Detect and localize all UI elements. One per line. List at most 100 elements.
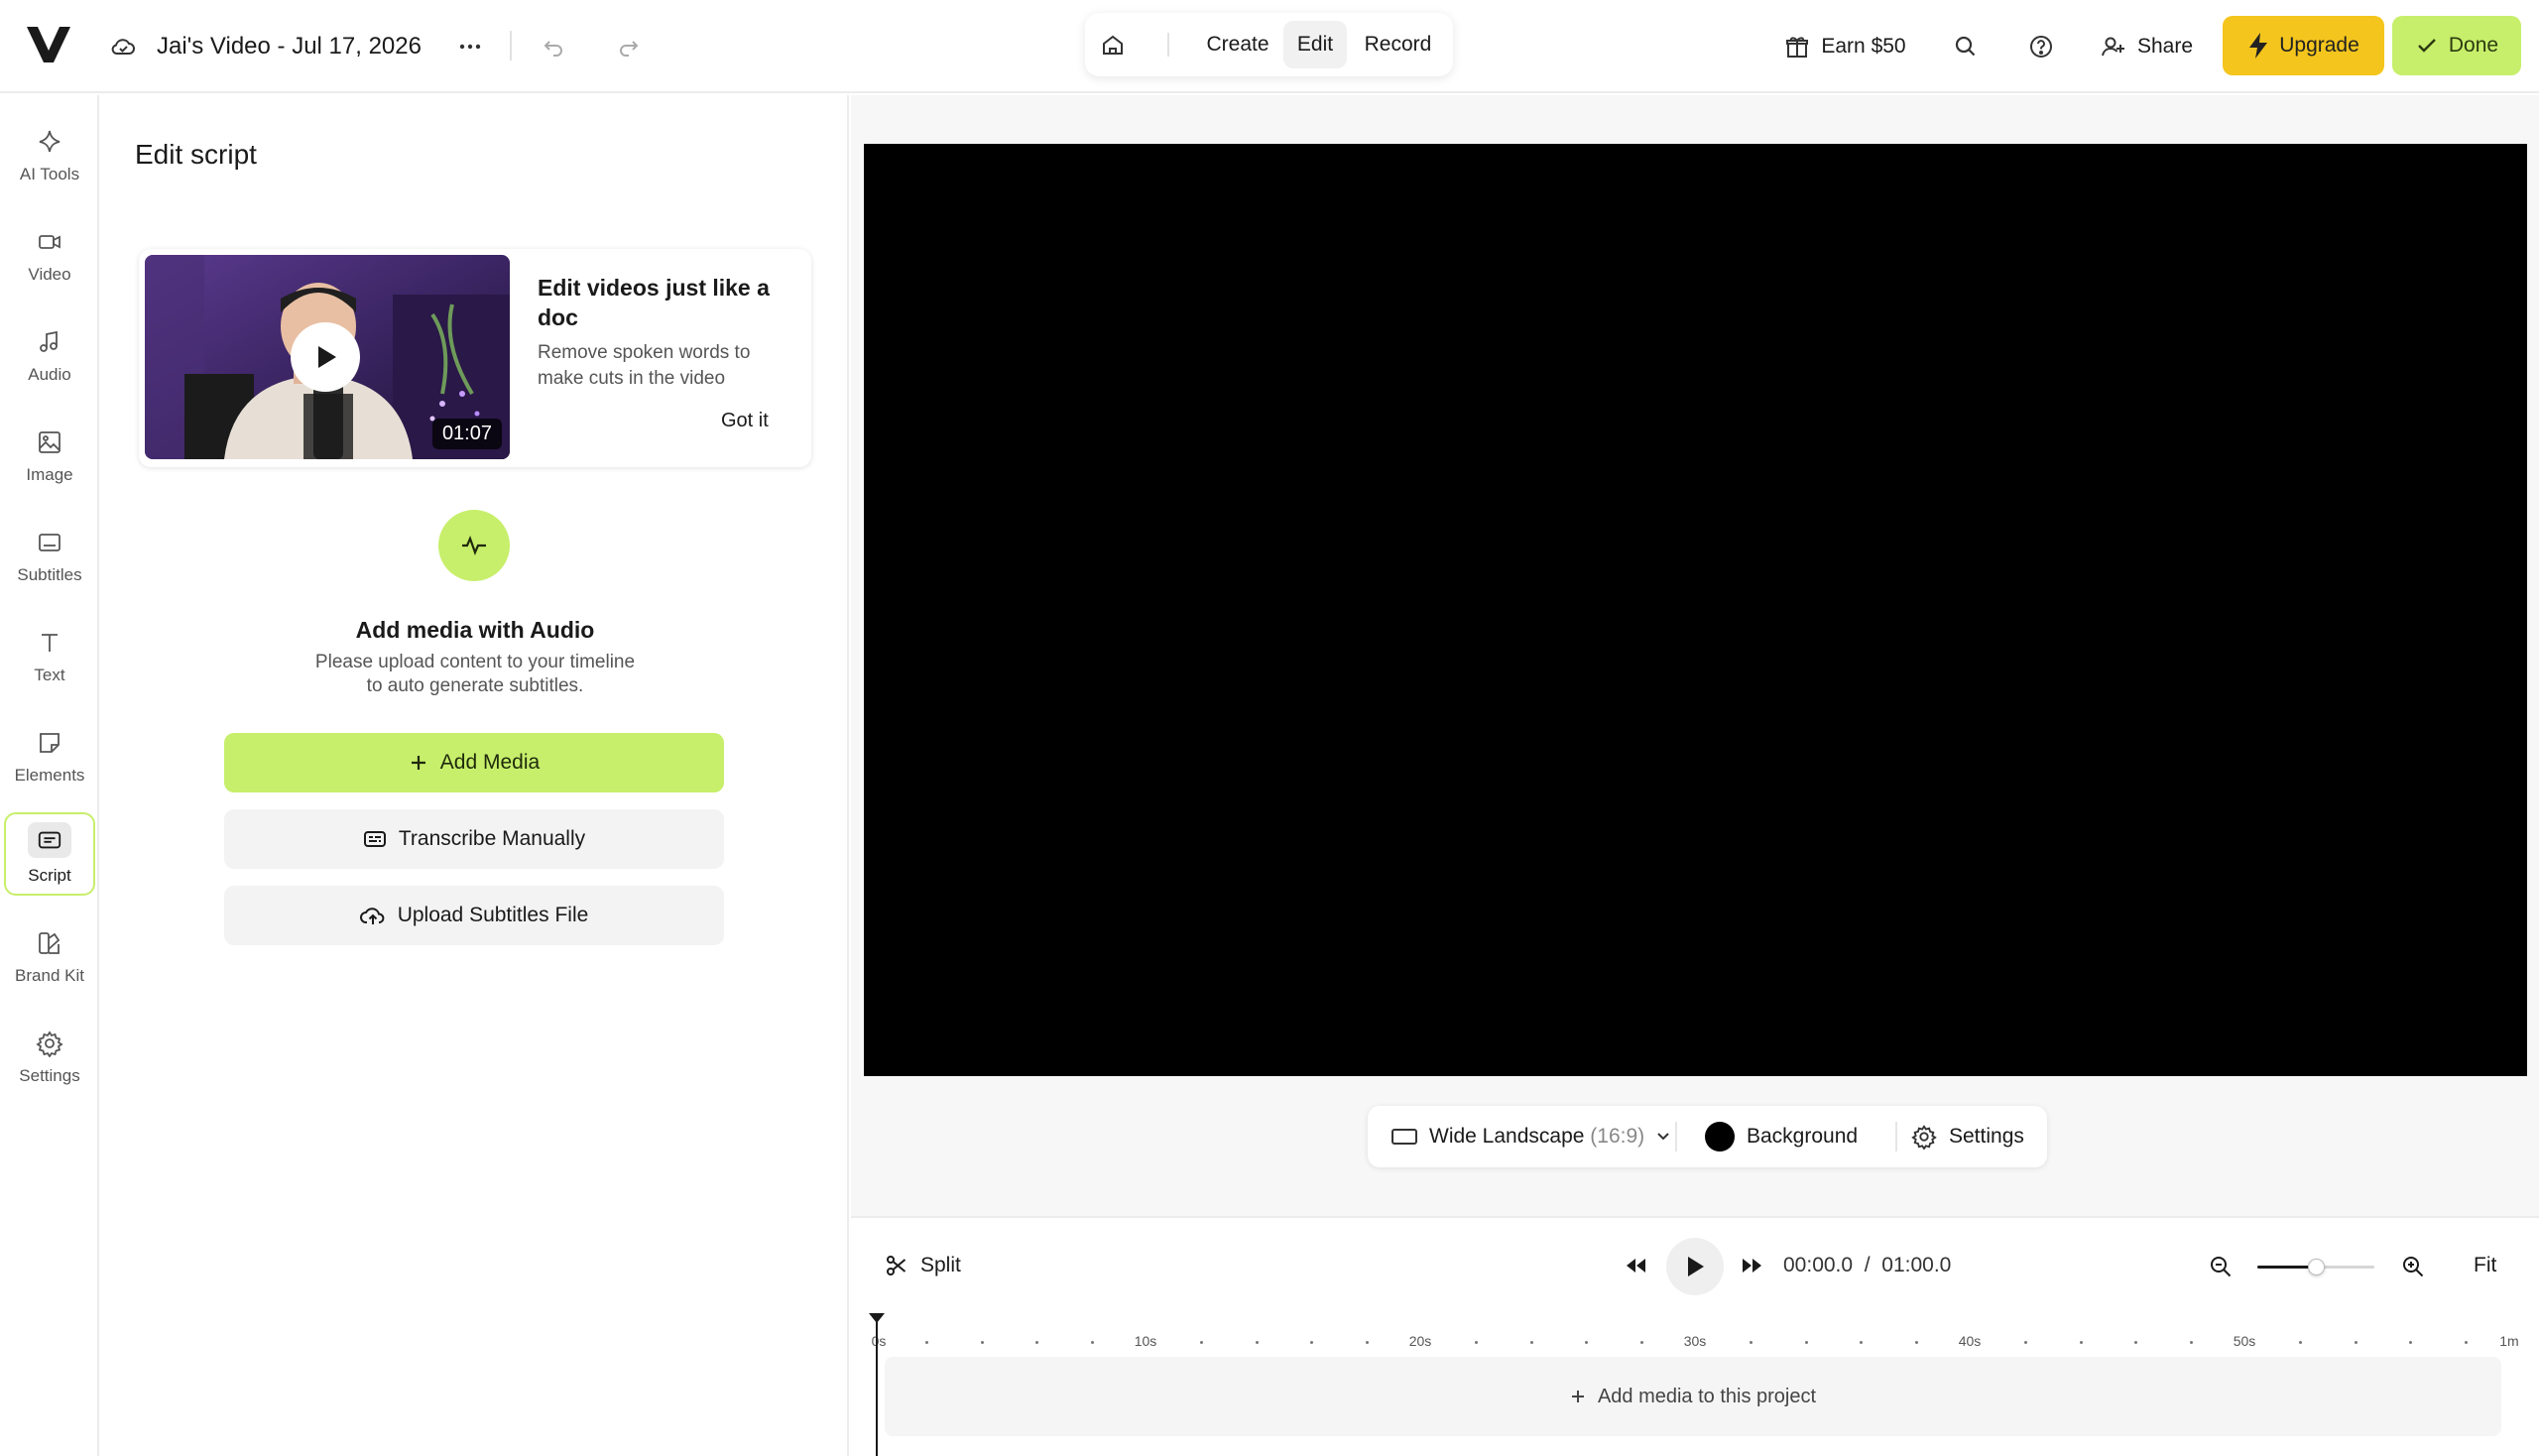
cloud-saved-icon[interactable] bbox=[105, 16, 141, 77]
sidebar-item-text[interactable]: Text bbox=[4, 617, 95, 696]
got-it-button[interactable]: Got it bbox=[721, 410, 769, 432]
plus-icon bbox=[1571, 1391, 1584, 1402]
project-title[interactable]: Jai's Video - Jul 17, 2026 bbox=[157, 16, 422, 77]
play-button[interactable] bbox=[1666, 1238, 1724, 1295]
lightning-icon bbox=[2249, 33, 2268, 59]
search-icon[interactable] bbox=[1946, 16, 1986, 77]
add-media-label: Add Media bbox=[439, 751, 541, 774]
background-color-button[interactable]: Background bbox=[1705, 1106, 1858, 1167]
transcribe-label: Transcribe Manually bbox=[398, 827, 586, 850]
audio-wave-icon bbox=[438, 510, 510, 581]
zoom-slider-handle[interactable] bbox=[2308, 1259, 2325, 1275]
aspect-ratio-value: (16:9) bbox=[1590, 1125, 1645, 1148]
sidebar-item-label: Brand Kit bbox=[15, 966, 84, 985]
canvas-settings-label: Settings bbox=[1949, 1125, 2024, 1148]
sidebar-item-label: Subtitles bbox=[17, 565, 82, 584]
ruler-tick bbox=[2134, 1341, 2138, 1344]
ruler-tick bbox=[925, 1341, 929, 1344]
earn-referral-button[interactable]: Earn $50 bbox=[1775, 16, 1914, 77]
sidebar-item-audio[interactable]: Audio bbox=[4, 316, 95, 396]
upload-subtitles-button[interactable]: Upload Subtitles File bbox=[224, 886, 724, 945]
add-media-button[interactable]: Add Media bbox=[224, 733, 724, 792]
subtitles-icon bbox=[35, 528, 64, 557]
playback-time: 00:00.0 / 01:00.0 bbox=[1783, 1254, 1951, 1277]
ruler-tick bbox=[1090, 1341, 1094, 1344]
sidebar-item-script[interactable]: Script bbox=[4, 812, 95, 896]
tab-record[interactable]: Record bbox=[1351, 21, 1445, 68]
play-icon bbox=[1688, 1257, 1704, 1276]
video-camera-icon bbox=[35, 227, 64, 257]
transcribe-manually-button[interactable]: Transcribe Manually bbox=[224, 809, 724, 869]
sidebar-item-label: Elements bbox=[14, 766, 85, 785]
sidebar-item-label: Text bbox=[34, 666, 65, 684]
sidebar-item-settings[interactable]: Settings bbox=[4, 1018, 95, 1097]
ruler-tick bbox=[2024, 1341, 2028, 1344]
background-label: Background bbox=[1747, 1125, 1859, 1148]
total-time: 01:00.0 bbox=[1881, 1254, 1952, 1276]
home-icon[interactable] bbox=[1093, 21, 1133, 68]
tab-edit[interactable]: Edit bbox=[1283, 21, 1347, 68]
checkmark-icon bbox=[2418, 39, 2436, 53]
fast-forward-icon[interactable] bbox=[1740, 1256, 1763, 1275]
divider bbox=[1895, 1122, 1897, 1152]
ruler-tick bbox=[1310, 1341, 1314, 1344]
sidebar-item-label: Image bbox=[26, 465, 73, 484]
zoom-out-icon[interactable] bbox=[2208, 1254, 2234, 1279]
tutorial-video-thumbnail[interactable]: 01:07 bbox=[145, 255, 510, 459]
plus-icon bbox=[411, 756, 425, 770]
fit-button[interactable]: Fit bbox=[2474, 1254, 2496, 1277]
rewind-icon[interactable] bbox=[1625, 1256, 1648, 1275]
zoom-in-icon[interactable] bbox=[2400, 1254, 2426, 1279]
redo-icon[interactable] bbox=[611, 16, 647, 77]
veed-logo[interactable] bbox=[27, 27, 70, 62]
cloud-upload-icon bbox=[359, 908, 385, 924]
empty-state-line-2: to auto generate subtitles. bbox=[366, 675, 584, 696]
playhead[interactable] bbox=[869, 1313, 885, 1456]
sidebar-item-label: Audio bbox=[28, 365, 71, 384]
sidebar-item-elements[interactable]: Elements bbox=[4, 717, 95, 796]
done-button[interactable]: Done bbox=[2392, 16, 2521, 75]
undo-icon[interactable] bbox=[536, 16, 571, 77]
top-bar: Jai's Video - Jul 17, 2026 Create Edit R… bbox=[0, 0, 2539, 93]
divider bbox=[510, 31, 512, 61]
aspect-ratio-dropdown[interactable]: Wide Landscape (16:9) bbox=[1391, 1106, 1670, 1167]
tip-title: Edit videos just like a doc bbox=[538, 275, 770, 330]
sidebar-item-label: Video bbox=[28, 265, 71, 284]
upgrade-label: Upgrade bbox=[2279, 34, 2359, 57]
divider bbox=[1167, 33, 1169, 57]
sidebar-item-video[interactable]: Video bbox=[4, 216, 95, 296]
media-track[interactable]: Add media to this project bbox=[885, 1357, 2501, 1436]
share-button[interactable]: Share bbox=[2097, 16, 2196, 77]
gear-icon bbox=[35, 1029, 64, 1058]
canvas-settings-button[interactable]: Settings bbox=[1911, 1106, 2024, 1167]
ruler-label: 30s bbox=[1683, 1333, 1707, 1349]
sidebar-item-ai-tools[interactable]: AI Tools bbox=[4, 116, 95, 195]
ruler-tick bbox=[2079, 1341, 2083, 1344]
video-canvas[interactable] bbox=[864, 144, 2527, 1076]
ruler-tick bbox=[2299, 1341, 2303, 1344]
help-icon[interactable] bbox=[2021, 16, 2061, 77]
sidebar-item-subtitles[interactable]: Subtitles bbox=[4, 517, 95, 596]
sidebar-item-brand-kit[interactable]: Brand Kit bbox=[4, 917, 95, 997]
done-label: Done bbox=[2448, 34, 2499, 57]
sidebar-item-label: Settings bbox=[19, 1066, 80, 1085]
play-icon[interactable] bbox=[291, 322, 360, 392]
tab-create[interactable]: Create bbox=[1194, 21, 1281, 68]
zoom-slider[interactable] bbox=[2257, 1259, 2374, 1275]
ruler-tick bbox=[2354, 1341, 2358, 1344]
ruler-tick bbox=[1750, 1341, 1753, 1344]
aspect-ratio-label: Wide Landscape bbox=[1429, 1125, 1585, 1148]
ruler-label: 10s bbox=[1134, 1333, 1157, 1349]
tip-description: Remove spoken words to make cuts in the … bbox=[538, 342, 751, 389]
gear-icon bbox=[1911, 1125, 1937, 1150]
ruler-tick bbox=[980, 1341, 984, 1344]
empty-state-line-1: Please upload content to your timeline bbox=[314, 652, 636, 672]
add-media-to-project-label: Add media to this project bbox=[1597, 1385, 1817, 1407]
brand-kit-icon bbox=[35, 928, 64, 958]
split-button[interactable]: Split bbox=[885, 1254, 961, 1277]
chevron-down-icon bbox=[1657, 1133, 1669, 1141]
more-options-icon[interactable] bbox=[450, 16, 490, 77]
sidebar-item-image[interactable]: Image bbox=[4, 417, 95, 496]
image-icon bbox=[35, 427, 64, 457]
upgrade-button[interactable]: Upgrade bbox=[2223, 16, 2384, 75]
